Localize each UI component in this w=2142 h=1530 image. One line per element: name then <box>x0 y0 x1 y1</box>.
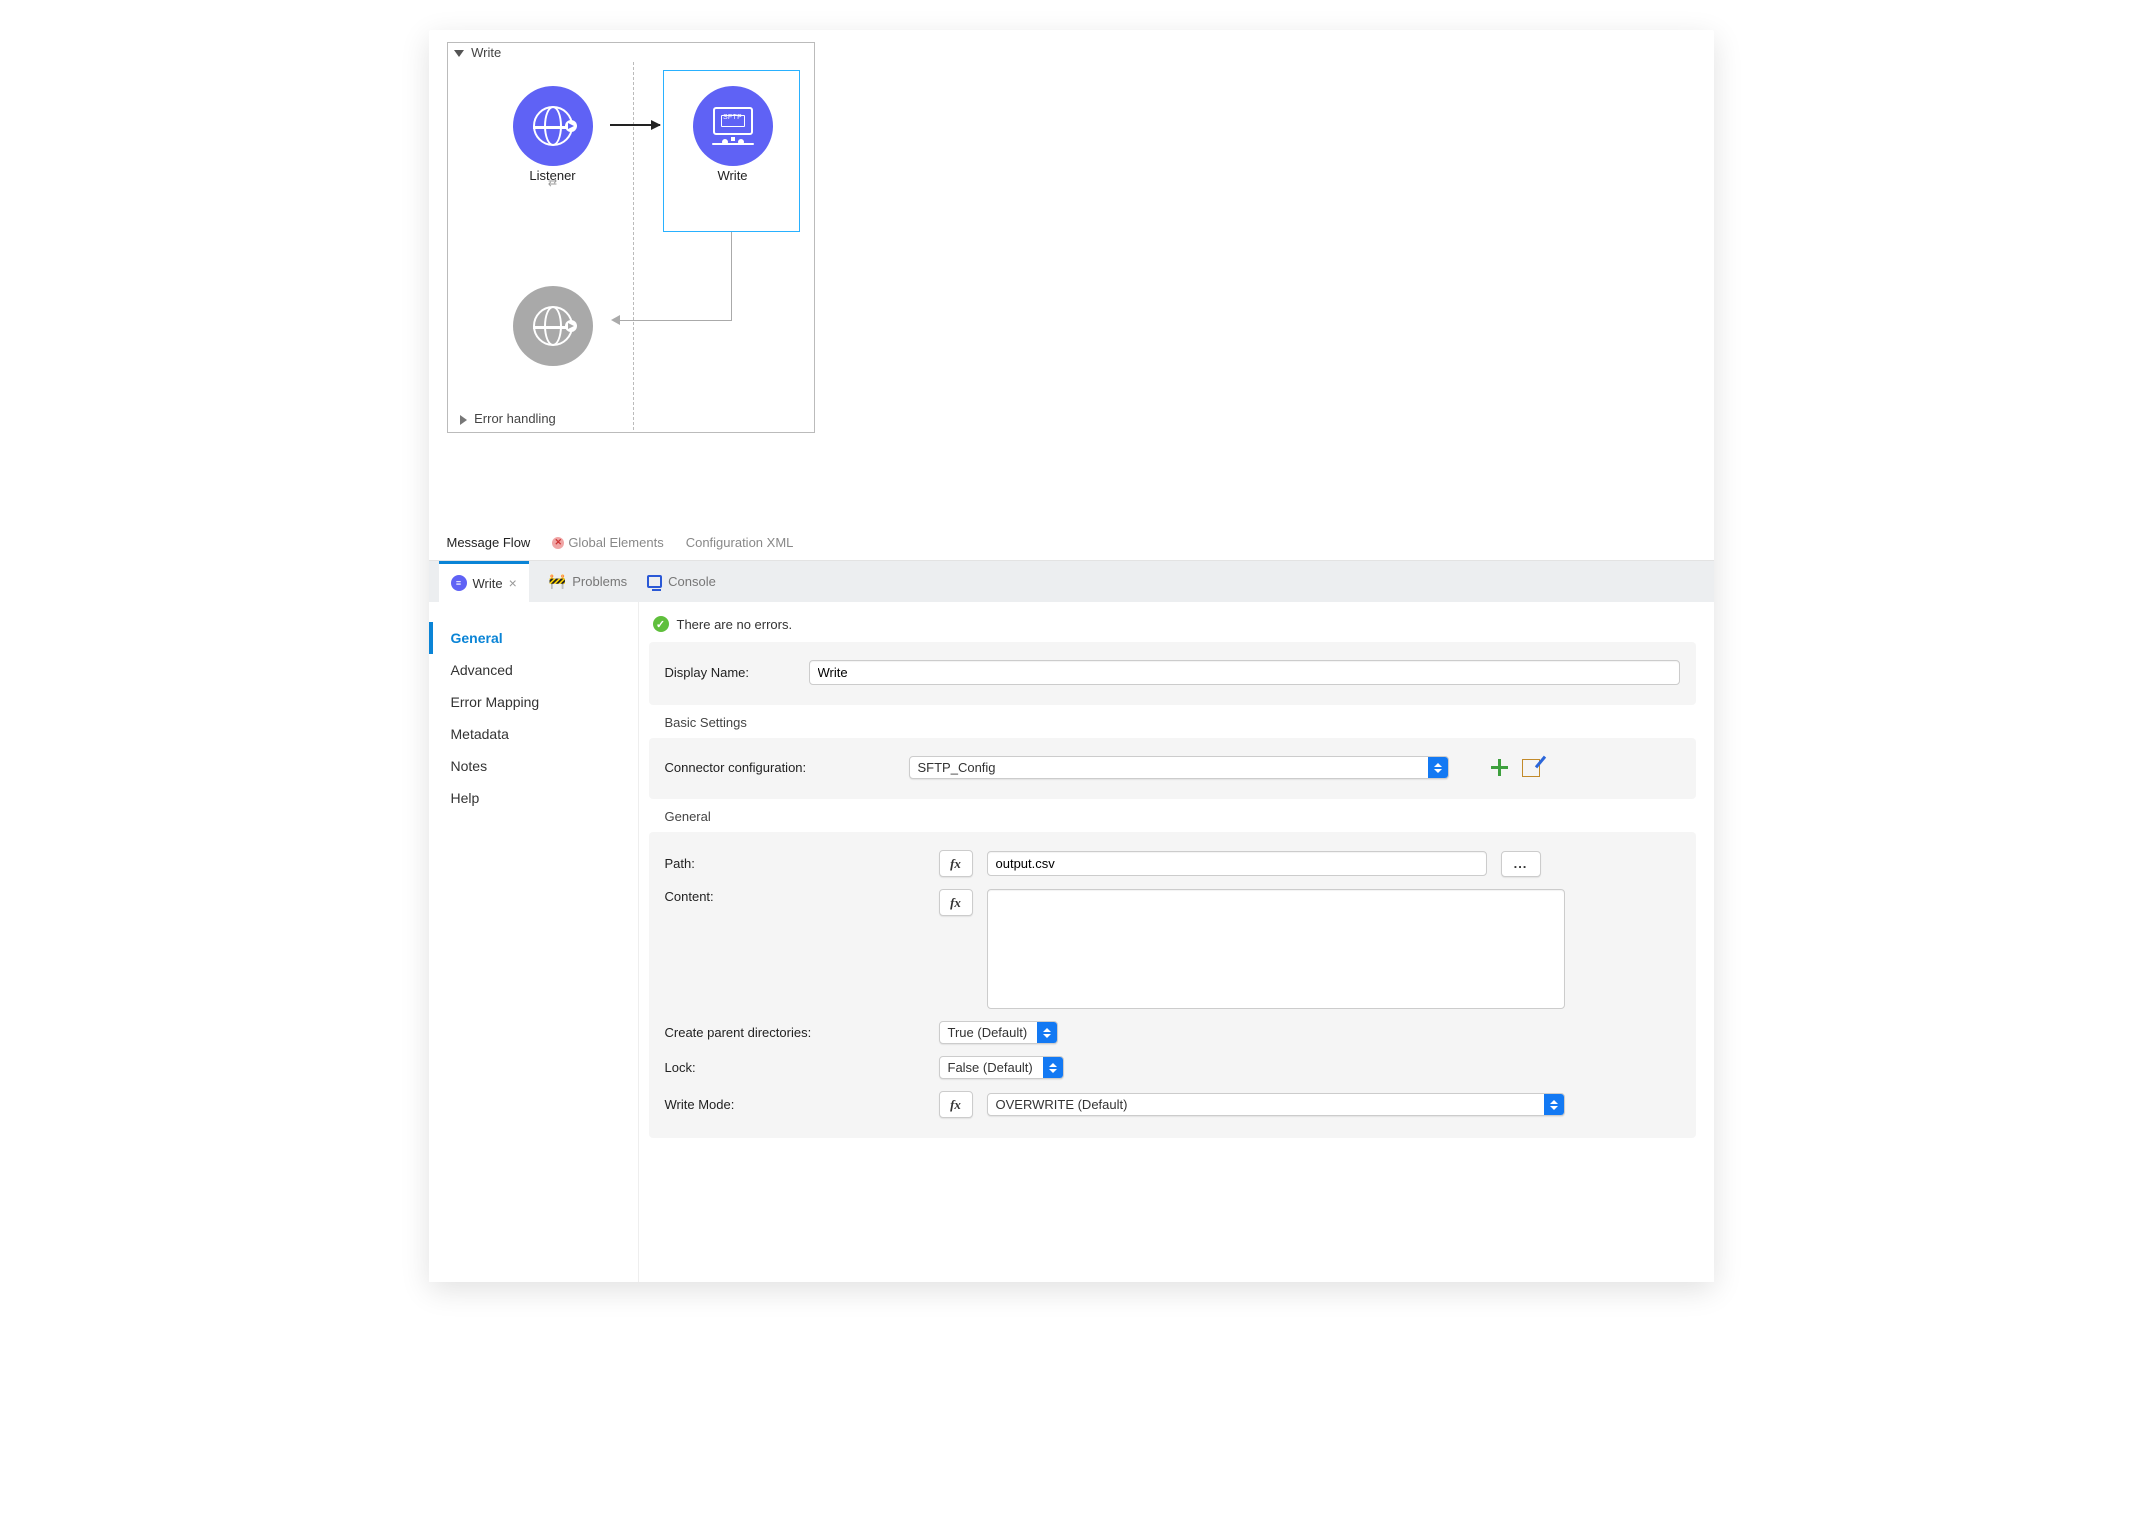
select-knob-icon <box>1544 1094 1564 1115</box>
arrow-listener-to-write <box>610 124 660 126</box>
view-tab-write-label: Write <box>473 576 503 591</box>
sidenav-general[interactable]: General <box>429 622 638 654</box>
exchange-icon: ⇄ <box>548 176 557 189</box>
content-textarea[interactable] <box>987 889 1565 1009</box>
error-handling-section[interactable]: Error handling <box>448 405 814 432</box>
write-mode-select[interactable]: OVERWRITE (Default) <box>987 1093 1565 1116</box>
write-mode-label: Write Mode: <box>665 1097 925 1112</box>
connector-config-label: Connector configuration: <box>665 760 895 775</box>
status-row: ✓ There are no errors. <box>649 614 1696 642</box>
scope-divider <box>633 62 634 430</box>
component-icon: ≡ <box>451 575 467 591</box>
path-label: Path: <box>665 856 925 871</box>
fx-button-write-mode[interactable]: fx <box>939 1091 973 1118</box>
status-text: There are no errors. <box>677 617 793 632</box>
close-icon[interactable]: × <box>509 575 517 591</box>
ok-icon: ✓ <box>653 616 669 632</box>
select-knob-icon <box>1043 1057 1063 1078</box>
view-tab-write[interactable]: ≡ Write × <box>439 561 529 603</box>
display-name-input[interactable] <box>809 660 1680 685</box>
content-label: Content: <box>665 889 925 904</box>
select-knob-icon <box>1037 1022 1057 1043</box>
caret-right-icon <box>460 415 467 425</box>
tab-message-flow-label: Message Flow <box>447 535 531 550</box>
path-input[interactable] <box>987 851 1487 876</box>
basic-settings-title: Basic Settings <box>649 715 1696 738</box>
write-mode-value: OVERWRITE (Default) <box>988 1094 1544 1115</box>
return-path-h <box>620 320 732 321</box>
sftp-write-icon: SFTP <box>693 86 773 166</box>
listener-node[interactable]: ⇄ Listener <box>493 80 613 183</box>
problems-icon: 🚧 <box>549 573 566 590</box>
general-section-title: General <box>649 809 1696 832</box>
tab-global-elements[interactable]: ✕ Global Elements <box>552 535 663 550</box>
view-tab-problems-label: Problems <box>572 574 627 589</box>
sidenav-notes[interactable]: Notes <box>429 750 638 782</box>
flow-title[interactable]: Write <box>448 43 814 62</box>
views-tabstrip: ≡ Write × 🚧 Problems Console <box>429 560 1714 602</box>
sidenav-advanced[interactable]: Advanced <box>429 654 638 686</box>
flow-container[interactable]: Write ⇄ Listener <box>447 42 815 433</box>
lock-label: Lock: <box>665 1060 925 1075</box>
connector-config-select[interactable]: SFTP_Config <box>909 756 1449 779</box>
view-tab-console-label: Console <box>668 574 716 589</box>
write-label: Write <box>673 168 793 183</box>
caret-down-icon <box>454 50 464 57</box>
response-node[interactable] <box>493 280 613 368</box>
add-config-button[interactable] <box>1491 759 1508 776</box>
error-badge-icon: ✕ <box>552 537 564 549</box>
tab-message-flow[interactable]: Message Flow <box>447 535 531 550</box>
connector-config-value: SFTP_Config <box>910 757 1428 778</box>
listener-icon <box>513 86 593 166</box>
tab-configuration-xml[interactable]: Configuration XML <box>686 535 794 550</box>
sftp-abbrev: SFTP <box>710 114 756 121</box>
edit-config-button[interactable] <box>1522 759 1540 777</box>
browse-path-button[interactable]: ... <box>1501 851 1541 877</box>
view-tab-console[interactable]: Console <box>647 561 716 603</box>
lock-value: False (Default) <box>940 1057 1043 1078</box>
console-icon <box>647 575 662 588</box>
fx-button-content[interactable]: fx <box>939 889 973 916</box>
sidenav-metadata[interactable]: Metadata <box>429 718 638 750</box>
cpd-label: Create parent directories: <box>665 1025 925 1040</box>
fx-button-path[interactable]: fx <box>939 850 973 877</box>
view-tab-problems[interactable]: 🚧 Problems <box>549 561 627 603</box>
display-name-label: Display Name: <box>665 665 795 680</box>
properties-side-nav: General Advanced Error Mapping Metadata … <box>429 602 639 1282</box>
editor-sub-tabs: Message Flow ✕ Global Elements Configura… <box>429 529 1714 560</box>
sidenav-error-mapping[interactable]: Error Mapping <box>429 686 638 718</box>
cpd-select[interactable]: True (Default) <box>939 1021 1059 1044</box>
response-icon <box>513 286 593 366</box>
lock-select[interactable]: False (Default) <box>939 1056 1064 1079</box>
tab-config-xml-label: Configuration XML <box>686 535 794 550</box>
sidenav-help[interactable]: Help <box>429 782 638 814</box>
select-knob-icon <box>1428 757 1448 778</box>
return-path-v <box>731 232 732 320</box>
cpd-value: True (Default) <box>940 1022 1038 1043</box>
tab-global-elements-label: Global Elements <box>568 535 663 550</box>
error-handling-label: Error handling <box>474 411 556 426</box>
flow-title-text: Write <box>471 45 501 60</box>
write-node[interactable]: SFTP Write <box>673 80 793 183</box>
